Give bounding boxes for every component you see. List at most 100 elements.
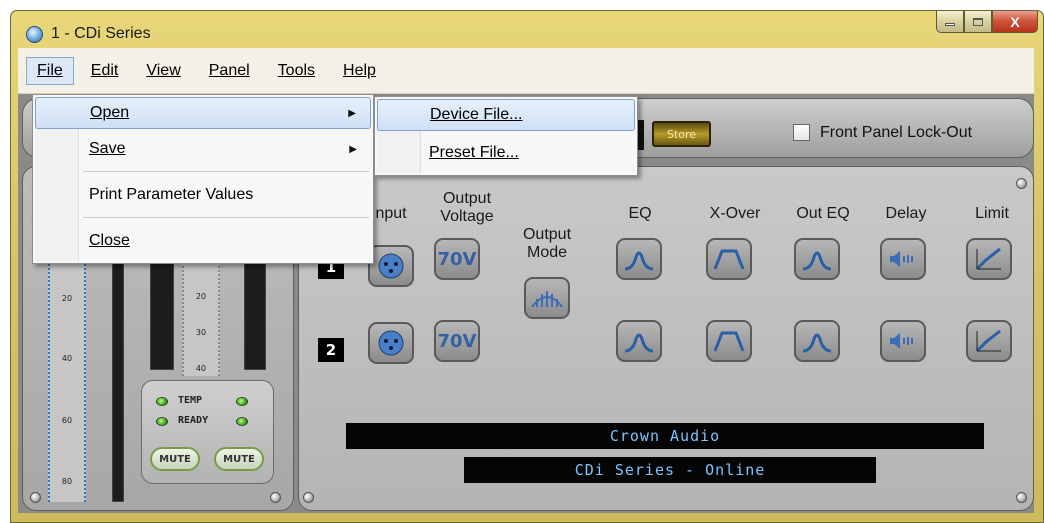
column-label-output-voltage: Output Voltage — [432, 190, 502, 226]
window-title: 1 - CDi Series — [51, 25, 151, 42]
limiter-icon — [975, 247, 1001, 271]
output-mode-line2: Mode — [526, 244, 568, 261]
lcd-line-1: Crown Audio — [346, 423, 984, 449]
file-menu-save[interactable]: Save ▶ — [35, 133, 371, 165]
limit-button-ch1[interactable] — [966, 238, 1012, 280]
menu-tools-label: Tools — [277, 61, 316, 79]
out-eq-button-ch2[interactable] — [794, 320, 840, 362]
bridge-mode-icon — [531, 291, 563, 308]
out-eq-button-ch1[interactable] — [794, 238, 840, 280]
column-label-eq: EQ — [628, 205, 652, 222]
eq-curve-icon — [802, 333, 832, 353]
column-label-delay: Delay — [885, 205, 927, 222]
eq-button-ch2[interactable] — [616, 320, 662, 362]
maximize-button[interactable] — [964, 11, 992, 33]
menu-separator — [83, 171, 369, 172]
temp-led-icon — [236, 397, 248, 406]
output-level-scale: 10 20 30 40 — [182, 250, 220, 376]
screw-icon — [303, 492, 314, 503]
delay-button-ch1[interactable] — [880, 238, 926, 280]
minimize-icon — [945, 23, 955, 26]
scale-label: 40 — [195, 364, 207, 373]
file-menu-save-label: Save — [89, 140, 126, 157]
menu-view[interactable]: View — [135, 57, 191, 85]
menu-file-label: File — [37, 61, 63, 79]
scale-label: 20 — [61, 294, 73, 303]
file-menu-close-label: Close — [89, 232, 130, 249]
ready-led-icon — [236, 417, 248, 426]
menu-panel-label: Panel — [208, 61, 250, 79]
maximize-icon — [973, 17, 983, 26]
close-button[interactable]: X — [992, 11, 1038, 33]
menu-tools[interactable]: Tools — [267, 57, 326, 85]
limiter-icon — [975, 329, 1001, 353]
xover-button-ch1[interactable] — [706, 238, 752, 280]
window-controls: X — [936, 11, 1038, 33]
scale-label: 80 — [61, 477, 73, 486]
column-label-out-eq: Out EQ — [796, 205, 850, 222]
channel-number-2: 2 — [318, 338, 344, 362]
submenu-arrow-icon: ▶ — [348, 107, 356, 119]
output-voltage-line2: Voltage — [440, 208, 494, 225]
column-label-xover: X-Over — [709, 205, 761, 222]
xlr-input-icon — [378, 253, 404, 279]
open-preset-file[interactable]: Preset File... — [377, 137, 635, 169]
voltage-label-ch1: 70V — [437, 248, 477, 270]
screw-icon — [30, 492, 41, 503]
input-button-ch2[interactable] — [368, 322, 414, 364]
temp-label: TEMP — [178, 395, 203, 406]
column-label-limit: Limit — [975, 205, 1009, 222]
menu-panel[interactable]: Panel — [198, 57, 261, 85]
eq-curve-icon — [624, 333, 654, 353]
speaker-delay-icon — [890, 251, 913, 267]
output-voltage-line1: Output — [442, 190, 492, 207]
eq-curve-icon — [802, 251, 832, 271]
voltage-button-ch1[interactable]: 70V — [434, 238, 480, 280]
menu-edit[interactable]: Edit — [80, 57, 130, 85]
input-button-ch1[interactable] — [368, 245, 414, 287]
open-device-file-label: Device File... — [430, 106, 523, 123]
scale-label: 60 — [61, 416, 73, 425]
mute-button-ch2[interactable]: MUTE — [214, 447, 264, 471]
menu-help[interactable]: Help — [332, 57, 387, 85]
status-panel: TEMP READY MUTE MUTE — [141, 380, 274, 484]
xlr-input-icon — [378, 330, 404, 356]
front-panel-lockout-checkbox[interactable] — [793, 124, 810, 141]
file-menu-close[interactable]: Close — [35, 225, 371, 257]
eq-button-ch1[interactable] — [616, 238, 662, 280]
file-menu: Open ▶ Save ▶ Print Parameter Values Clo… — [32, 94, 374, 264]
level-meter-ch2 — [244, 250, 266, 370]
menu-help-label: Help — [343, 61, 376, 79]
store-button[interactable]: Store — [652, 121, 711, 147]
open-device-file[interactable]: Device File... — [377, 99, 635, 131]
minimize-button[interactable] — [936, 11, 964, 33]
delay-button-ch2[interactable] — [880, 320, 926, 362]
mute-button-ch1[interactable]: MUTE — [150, 447, 200, 471]
screw-icon — [1016, 178, 1027, 189]
menu-file[interactable]: File — [26, 56, 74, 85]
temp-led-icon — [156, 397, 168, 406]
level-meter-ch1 — [150, 250, 174, 370]
front-panel-lockout-label: Front Panel Lock-Out — [820, 124, 973, 141]
crossover-icon — [713, 331, 745, 352]
voltage-button-ch2[interactable]: 70V — [434, 320, 480, 362]
voltage-label-ch2: 70V — [437, 330, 477, 352]
file-menu-open[interactable]: Open ▶ — [35, 97, 371, 129]
crossover-icon — [713, 249, 745, 270]
menu-bar: File Edit View Panel Tools Help — [18, 48, 1034, 94]
eq-curve-icon — [624, 251, 654, 271]
ready-label: READY — [178, 415, 209, 426]
file-menu-open-label: Open — [90, 104, 130, 121]
column-label-input: Input — [371, 205, 407, 222]
xover-button-ch2[interactable] — [706, 320, 752, 362]
file-menu-print-label: Print Parameter Values — [89, 186, 254, 203]
scale-label: 30 — [195, 328, 207, 337]
limit-button-ch2[interactable] — [966, 320, 1012, 362]
output-mode-button[interactable] — [524, 277, 570, 319]
file-menu-print-parameters[interactable]: Print Parameter Values — [35, 179, 371, 211]
submenu-arrow-icon: ▶ — [349, 143, 357, 155]
lcd-line-2: CDi Series - Online — [464, 457, 876, 483]
menu-separator — [83, 217, 369, 218]
open-submenu: Device File... Preset File... — [374, 96, 638, 176]
ready-led-icon — [156, 417, 168, 426]
